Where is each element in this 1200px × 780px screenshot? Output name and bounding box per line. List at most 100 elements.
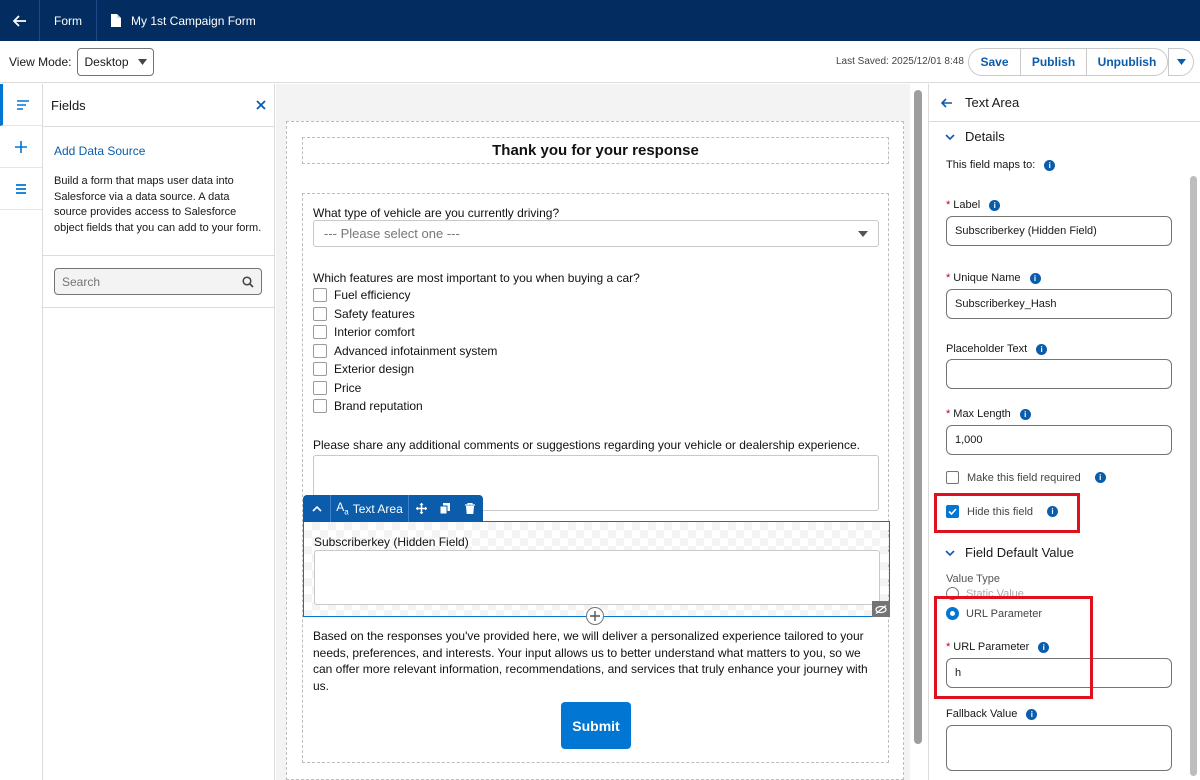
back-button[interactable] <box>0 0 40 41</box>
label-field-label: * Label i <box>946 199 1001 211</box>
feature-option[interactable]: Interior comfort <box>313 325 415 339</box>
feature-label: Fuel efficiency <box>334 288 411 302</box>
caret-down-icon <box>1176 59 1186 65</box>
details-section-toggle[interactable]: Details <box>945 129 1005 144</box>
placeholder-input[interactable] <box>946 359 1172 389</box>
max-length-label: * Max Length i <box>946 408 1031 420</box>
duplicate-button[interactable] <box>433 495 457 522</box>
info-icon[interactable]: i <box>1036 343 1048 355</box>
arrow-left-icon[interactable] <box>941 97 953 108</box>
trash-icon <box>465 503 475 514</box>
divider <box>43 307 275 308</box>
view-mode-value: Desktop <box>84 54 129 69</box>
rail-fields-tab[interactable] <box>0 84 42 126</box>
search-placeholder: Search <box>62 274 101 289</box>
info-icon[interactable]: i <box>1029 272 1041 284</box>
move-button[interactable] <box>409 495 433 522</box>
plus-icon <box>590 611 600 621</box>
closing-paragraph: Based on the responses you've provided h… <box>313 629 868 693</box>
checkbox[interactable] <box>313 344 327 358</box>
chevron-down-icon <box>945 133 955 140</box>
plus-icon <box>15 140 27 153</box>
info-icon[interactable]: i <box>1019 408 1031 420</box>
required-marker: * <box>946 272 951 284</box>
feature-label: Advanced infotainment system <box>334 344 498 358</box>
vehicle-select[interactable]: --- Please select one --- <box>313 220 879 247</box>
list-icon <box>16 183 26 194</box>
feature-label: Brand reputation <box>334 399 423 413</box>
breadcrumb-form[interactable]: Form <box>40 0 97 41</box>
view-mode-select[interactable]: Desktop <box>77 47 155 76</box>
unique-name-label: * Unique Name i <box>946 272 1041 284</box>
move-icon <box>415 503 427 514</box>
top-nav-bar: Form My 1st Campaign Form <box>0 0 1200 41</box>
more-actions-button[interactable] <box>1168 48 1194 76</box>
feature-option[interactable]: Brand reputation <box>313 399 423 413</box>
info-icon[interactable]: i <box>1044 159 1056 171</box>
chevron-down-icon <box>945 549 955 556</box>
fallback-value-input[interactable] <box>946 725 1172 771</box>
unpublish-button[interactable]: Unpublish <box>1087 49 1167 75</box>
feature-option[interactable]: Price <box>313 381 361 395</box>
fields-panel-header: Fields <box>43 84 274 127</box>
hidden-field-textarea[interactable] <box>314 550 880 605</box>
required-checkbox-row[interactable]: Make this field required i <box>946 471 1106 484</box>
checkbox[interactable] <box>313 399 327 413</box>
fields-icon <box>16 99 29 110</box>
highlight-box <box>934 493 1080 533</box>
info-icon[interactable]: i <box>1094 472 1106 483</box>
save-button[interactable]: Save <box>969 49 1021 75</box>
question-features: Which features are most important to you… <box>313 271 640 285</box>
feature-option[interactable]: Exterior design <box>313 362 414 376</box>
add-data-source-link[interactable]: Add Data Source <box>54 144 263 158</box>
fields-panel: Fields Add Data Source Build a form that… <box>43 84 275 780</box>
checkbox[interactable] <box>313 325 327 339</box>
feature-option[interactable]: Fuel efficiency <box>313 288 410 302</box>
feature-label: Price <box>334 381 362 395</box>
max-length-input[interactable]: 1,000 <box>946 425 1172 455</box>
publish-button[interactable]: Publish <box>1021 49 1087 75</box>
checkbox[interactable] <box>313 362 327 376</box>
component-toolbar: Aa Text Area <box>303 495 483 522</box>
feature-label: Safety features <box>334 307 415 321</box>
add-component-button[interactable] <box>586 607 604 625</box>
search-input[interactable]: Search <box>54 268 262 295</box>
value-type-label: Value Type <box>946 573 1001 585</box>
rail-add-tab[interactable] <box>0 126 42 168</box>
form-name: My 1st Campaign Form <box>131 13 256 28</box>
collapse-button[interactable] <box>303 495 331 522</box>
document-icon <box>111 14 121 27</box>
question-comments: Please share any additional comments or … <box>313 438 860 452</box>
text-area-icon: Aa <box>336 500 349 517</box>
default-value-section-toggle[interactable]: Field Default Value <box>945 545 1074 560</box>
form-body: What type of vehicle are you currently d… <box>302 193 890 763</box>
properties-header: Text Area <box>929 84 1200 122</box>
required-checkbox[interactable] <box>946 471 959 484</box>
unique-name-input[interactable]: Subscriberkey_Hash <box>946 289 1172 319</box>
left-rail <box>0 84 43 780</box>
selected-component[interactable]: Aa Text Area Subscriberkey (Hidden Field… <box>303 495 890 617</box>
checkbox[interactable] <box>313 307 327 321</box>
info-icon[interactable]: i <box>1026 708 1038 720</box>
submit-button[interactable]: Submit <box>561 702 631 749</box>
feature-option[interactable]: Advanced infotainment system <box>313 344 497 358</box>
rail-list-tab[interactable] <box>0 168 42 210</box>
form-heading[interactable]: Thank you for your response <box>302 137 889 164</box>
copy-icon <box>440 503 450 514</box>
checkbox[interactable] <box>313 381 327 395</box>
delete-button[interactable] <box>457 495 483 522</box>
feature-option[interactable]: Safety features <box>313 307 415 321</box>
properties-panel: Text Area Details This field maps to: i *… <box>928 84 1200 780</box>
last-saved-text: Last Saved: 2025/12/01 8:48 <box>836 56 964 67</box>
info-icon[interactable]: i <box>989 199 1001 211</box>
label-input[interactable]: Subscriberkey (Hidden Field) <box>946 216 1172 246</box>
canvas-scrollbar[interactable] <box>914 90 922 744</box>
fallback-value-text: Fallback Value <box>946 708 1018 720</box>
checkbox[interactable] <box>313 288 327 302</box>
close-icon[interactable] <box>256 100 266 110</box>
vehicle-select-placeholder: --- Please select one --- <box>324 226 460 241</box>
properties-scrollbar[interactable] <box>1190 176 1197 776</box>
placeholder-text: Placeholder Text <box>946 343 1028 355</box>
properties-title: Text Area <box>965 95 1020 110</box>
details-title: Details <box>965 129 1005 144</box>
